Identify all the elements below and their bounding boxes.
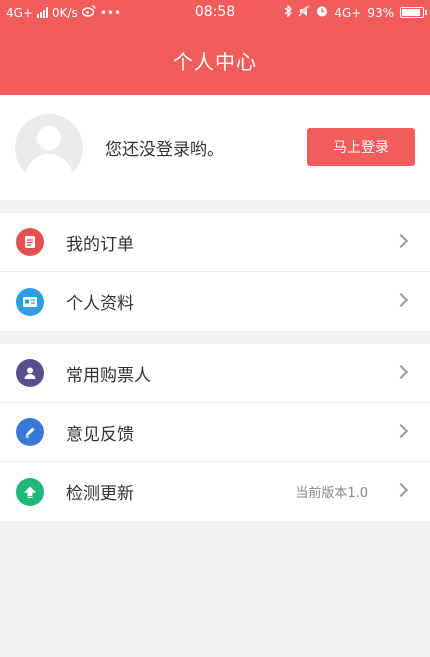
network-type: 4G+ (6, 5, 33, 20)
current-version: 当前版本1.0 (295, 486, 368, 501)
weibo-icon (81, 5, 96, 20)
pencil-icon (16, 418, 44, 446)
battery-icon (400, 7, 427, 18)
network-type-right: 4G+ (334, 5, 362, 20)
menu-item-label: 意见反馈 (66, 424, 134, 445)
menu-item-label: 我的订单 (66, 234, 134, 255)
person-icon (16, 359, 44, 387)
menu-group-2: 常用购票人 意见反馈 检测更新 当前版本1.0 (0, 344, 430, 521)
menu-item-feedback[interactable]: 意见反馈 (0, 403, 430, 462)
menu-item-label: 检测更新 (66, 484, 134, 504)
upload-arrow-icon (16, 477, 44, 506)
page-title: 个人中心 (173, 49, 257, 74)
chevron-right-icon (393, 364, 409, 380)
menu-item-frequent-passengers[interactable]: 常用购票人 (0, 344, 430, 403)
network-speed: 0K/s (52, 5, 78, 20)
menu-item-my-orders[interactable]: 我的订单 (0, 213, 430, 272)
menu-item-check-update[interactable]: 检测更新 当前版本1.0 (0, 462, 430, 521)
menu-group-1: 我的订单 个人资料 (0, 213, 430, 331)
avatar[interactable] (15, 113, 83, 182)
avatar-body (25, 153, 73, 182)
login-prompt: 您还没登录哟。 (105, 140, 224, 160)
signal-icon (37, 7, 48, 18)
menu-item-label: 常用购票人 (66, 365, 151, 386)
avatar-head (37, 125, 61, 150)
battery-percent: 93% (367, 5, 394, 20)
chevron-right-icon (393, 482, 409, 498)
order-list-icon (16, 228, 44, 256)
chevron-right-icon (393, 423, 409, 439)
page-header: 个人中心 (0, 25, 430, 95)
alarm-icon (316, 5, 328, 20)
status-bar: 4G+ 0K/s ••• 08:58 4G+ 93% (0, 0, 430, 25)
chevron-right-icon (393, 292, 409, 308)
login-button[interactable]: 马上登录 (307, 128, 415, 166)
menu-item-profile-info[interactable]: 个人资料 (0, 272, 430, 331)
profile-section: 您还没登录哟。 马上登录 (0, 95, 430, 200)
mute-icon (298, 5, 311, 20)
menu-item-label: 个人资料 (66, 294, 134, 314)
chevron-right-icon (393, 233, 409, 249)
bluetooth-icon (284, 4, 293, 20)
more-dots: ••• (99, 5, 122, 20)
id-card-icon (16, 287, 44, 316)
